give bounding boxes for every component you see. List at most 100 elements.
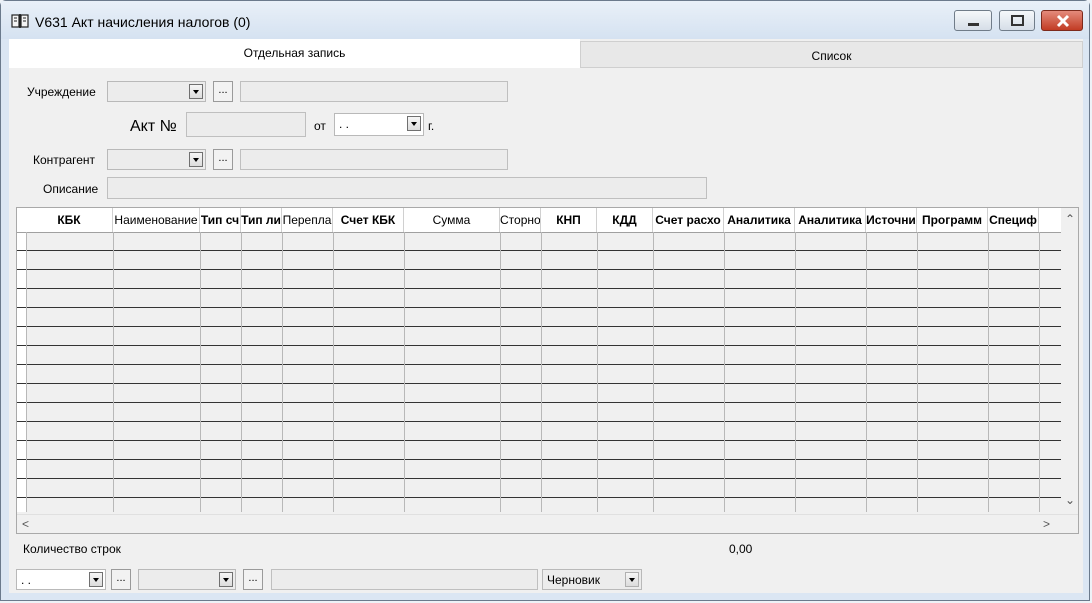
table-row[interactable] <box>17 308 1062 327</box>
column-header-specification[interactable]: Специф <box>988 208 1039 232</box>
row-count-label: Количество строк <box>23 542 121 556</box>
window-title: V631 Акт начисления налогов (0) <box>35 14 251 30</box>
chevron-down-icon[interactable] <box>219 572 233 587</box>
tab-list[interactable]: Список <box>580 41 1083 68</box>
table-row[interactable] <box>17 384 1062 403</box>
column-header-analytics-1[interactable]: Аналитика <box>724 208 795 232</box>
bottom-date-value: . . <box>21 573 32 587</box>
grid-body[interactable] <box>17 232 1062 512</box>
table-row[interactable] <box>17 365 1062 384</box>
bottom-lookup-button-2[interactable]: ... <box>243 569 263 590</box>
scroll-up-icon[interactable]: ⌃ <box>1065 212 1075 226</box>
table-row[interactable] <box>17 327 1062 346</box>
table-row[interactable] <box>17 403 1062 422</box>
horizontal-scrollbar[interactable]: < > <box>17 514 1078 533</box>
column-divider <box>653 232 654 512</box>
institution-combo[interactable] <box>107 81 206 102</box>
column-divider <box>500 232 501 512</box>
table-row[interactable] <box>17 441 1062 460</box>
chevron-down-icon[interactable] <box>189 152 203 167</box>
bottom-combo[interactable] <box>138 569 236 590</box>
table-row[interactable] <box>17 270 1062 289</box>
close-icon <box>1056 14 1070 28</box>
column-divider <box>988 232 989 512</box>
column-divider <box>113 232 114 512</box>
maximize-button[interactable] <box>999 10 1035 31</box>
column-divider <box>241 232 242 512</box>
column-header-account-type-2[interactable]: Тип ли <box>241 208 282 232</box>
institution-label: Учреждение <box>27 85 96 99</box>
column-divider <box>200 232 201 512</box>
document-state-value: Черновик <box>547 573 600 587</box>
act-date-value: . . <box>339 117 350 131</box>
minimize-icon <box>968 23 979 26</box>
close-button[interactable] <box>1041 10 1083 31</box>
scroll-right-icon[interactable]: > <box>1043 517 1050 531</box>
column-divider <box>282 232 283 512</box>
column-header-kdd[interactable]: КДД <box>597 208 653 232</box>
document-state-combo[interactable]: Черновик <box>542 569 642 590</box>
minimize-button[interactable] <box>954 10 992 31</box>
institution-name-field[interactable] <box>240 81 508 102</box>
column-header-kbk[interactable]: КБК <box>26 208 113 232</box>
chevron-down-icon[interactable] <box>407 116 421 131</box>
act-number-label: Акт № <box>130 118 177 135</box>
counterparty-combo[interactable] <box>107 149 206 170</box>
column-divider <box>333 232 334 512</box>
maximize-icon <box>1011 15 1024 26</box>
table-row[interactable] <box>17 498 1062 512</box>
title-bar[interactable]: V631 Акт начисления налогов (0) <box>1 1 1089 39</box>
description-label: Описание <box>43 182 99 196</box>
column-header-overpayment[interactable]: Перепла <box>282 208 333 232</box>
bottom-lookup-button-1[interactable]: ... <box>111 569 131 590</box>
counterparty-label: Контрагент <box>33 153 96 167</box>
act-number-field[interactable] <box>186 112 306 137</box>
grid-header: КБК Наименование Тип сч Тип ли Перепла С… <box>17 208 1062 233</box>
from-label: от <box>314 119 326 133</box>
column-header-account-type[interactable]: Тип сч <box>200 208 241 232</box>
scroll-left-icon[interactable]: < <box>22 517 29 531</box>
table-row[interactable] <box>17 251 1062 270</box>
column-divider <box>1039 232 1040 512</box>
table-row[interactable] <box>17 232 1062 251</box>
chevron-down-icon[interactable] <box>625 572 639 587</box>
column-divider <box>597 232 598 512</box>
description-field[interactable] <box>107 177 707 199</box>
column-header-knp[interactable]: КНП <box>541 208 597 232</box>
data-grid[interactable]: КБК Наименование Тип сч Тип ли Перепла С… <box>16 207 1079 534</box>
table-row[interactable] <box>17 422 1062 441</box>
tab-single-record[interactable]: Отдельная запись <box>9 39 580 68</box>
total-sum-value: 0,00 <box>729 542 753 556</box>
column-divider <box>26 232 27 512</box>
column-header-source[interactable]: Источни <box>866 208 917 232</box>
table-row[interactable] <box>17 460 1062 479</box>
bottom-text-field[interactable] <box>271 569 538 590</box>
column-header-storno[interactable]: Сторно <box>500 208 541 232</box>
client-area: Отдельная запись Список Учреждение ... А… <box>9 39 1083 593</box>
act-date-picker[interactable]: . . <box>334 113 424 136</box>
counterparty-name-field[interactable] <box>240 149 508 170</box>
scroll-down-icon[interactable]: ⌄ <box>1065 493 1075 507</box>
column-header-expense-account[interactable]: Счет расхо <box>653 208 724 232</box>
counterparty-lookup-button[interactable]: ... <box>213 149 233 170</box>
main-window: V631 Акт начисления налогов (0) Отдельна… <box>0 0 1090 601</box>
column-divider <box>724 232 725 512</box>
table-row[interactable] <box>17 479 1062 498</box>
column-divider <box>404 232 405 512</box>
column-divider <box>541 232 542 512</box>
bottom-date-picker[interactable]: . . <box>16 569 106 590</box>
table-row[interactable] <box>17 346 1062 365</box>
column-header-kbk-account[interactable]: Счет КБК <box>333 208 404 232</box>
chevron-down-icon[interactable] <box>189 84 203 99</box>
tab-strip: Отдельная запись Список <box>9 39 1083 68</box>
column-header-name[interactable]: Наименование <box>113 208 200 232</box>
column-header-analytics-2[interactable]: Аналитика <box>795 208 866 232</box>
book-icon <box>11 14 29 28</box>
institution-lookup-button[interactable]: ... <box>213 81 233 102</box>
table-row[interactable] <box>17 289 1062 308</box>
column-header-sum[interactable]: Сумма <box>404 208 500 232</box>
column-header-program[interactable]: Программ <box>917 208 988 232</box>
chevron-down-icon[interactable] <box>89 572 103 587</box>
year-suffix-label: г. <box>428 119 435 133</box>
vertical-scrollbar[interactable]: ⌃ ⌄ <box>1061 208 1078 514</box>
